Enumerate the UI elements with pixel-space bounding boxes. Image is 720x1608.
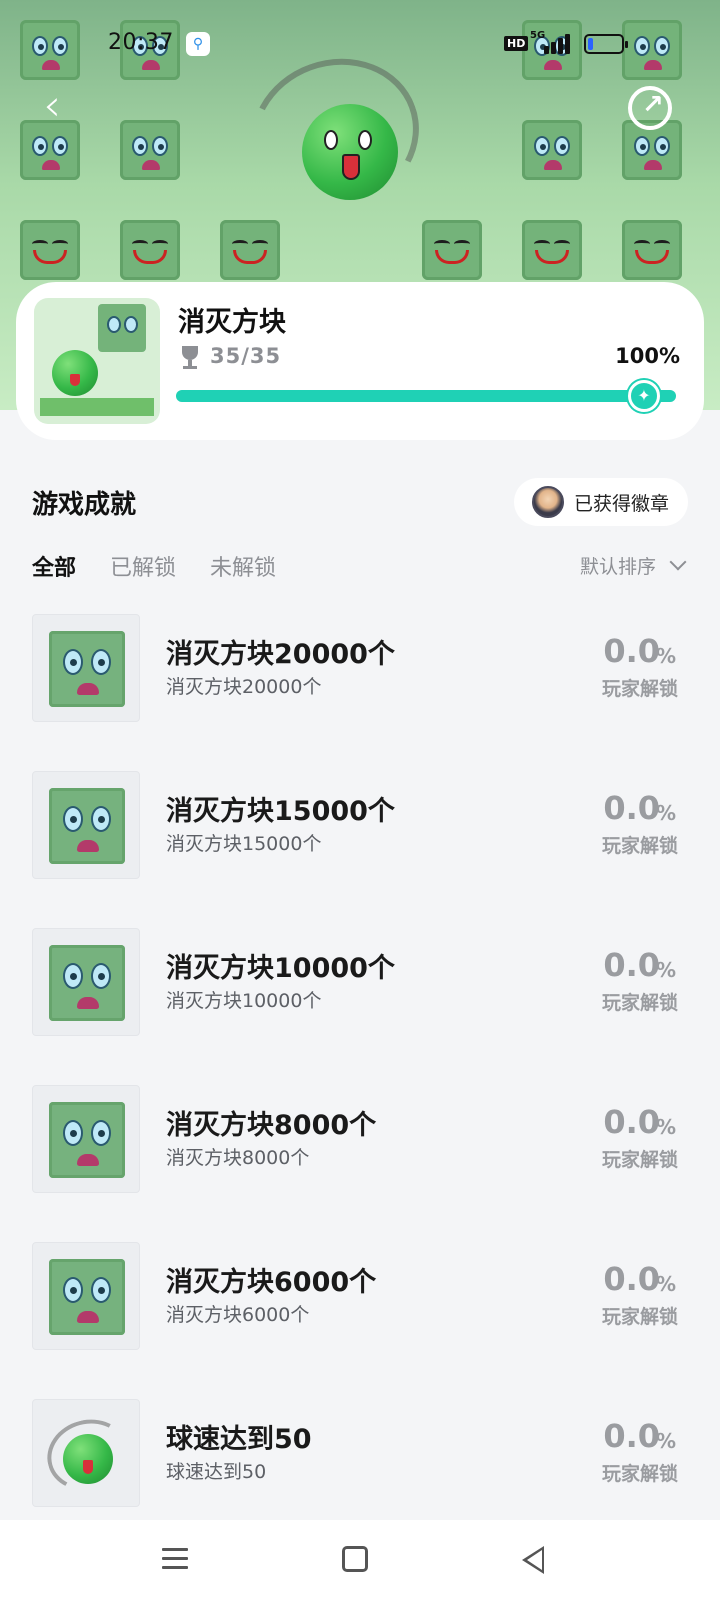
unlock-rate-unit: %	[655, 801, 676, 825]
achievement-title: 消灭方块8000个	[166, 1110, 377, 1141]
achievement-title: 消灭方块10000个	[166, 953, 395, 984]
achievement-item[interactable]: 消灭方块10000个 消灭方块10000个 0.0 % 玩家解锁	[0, 928, 720, 1038]
scared-block-icon	[49, 788, 125, 864]
game-title: 消灭方块	[178, 307, 286, 338]
tab-unlocked[interactable]: 已解锁	[110, 550, 176, 582]
system-nav-bar	[0, 1520, 720, 1608]
avatar	[532, 486, 564, 518]
unlock-rate: 0.0	[603, 1103, 660, 1141]
achievement-title: 消灭方块15000个	[166, 796, 395, 827]
scared-block-icon	[49, 945, 125, 1021]
green-ball-icon	[63, 1434, 113, 1484]
status-time: 20:37	[108, 30, 174, 55]
smiling-block-icon	[522, 220, 582, 280]
unlock-rate-label: 玩家解锁	[601, 1463, 678, 1485]
hd-indicator: HD	[504, 36, 529, 51]
unlock-rate-label: 玩家解锁	[601, 678, 678, 700]
home-square-icon[interactable]	[342, 1546, 368, 1572]
chevron-down-icon[interactable]	[669, 553, 687, 571]
unlock-rate-unit: %	[655, 1429, 676, 1453]
unlock-rate-unit: %	[655, 958, 676, 982]
progress-fill	[176, 390, 676, 402]
smiling-block-icon	[220, 220, 280, 280]
smiling-block-icon	[120, 220, 180, 280]
back-triangle-icon[interactable]	[522, 1546, 544, 1574]
scared-block-icon	[49, 1102, 125, 1178]
achievement-desc: 消灭方块15000个	[166, 833, 322, 855]
unlock-rate-label: 玩家解锁	[601, 835, 678, 857]
smiling-block-icon	[20, 220, 80, 280]
back-button[interactable]: ‹	[30, 84, 74, 128]
scared-block-icon	[49, 1259, 125, 1335]
achievement-desc: 消灭方块8000个	[166, 1147, 310, 1169]
achievement-thumb	[32, 614, 140, 722]
achievement-title: 消灭方块6000个	[166, 1267, 377, 1298]
achievement-desc: 消灭方块6000个	[166, 1304, 310, 1326]
completion-progress-bar	[176, 390, 676, 402]
unlock-rate: 0.0	[603, 1260, 660, 1298]
achievement-desc: 消灭方块20000个	[166, 676, 322, 698]
unlock-rate: 0.0	[603, 632, 660, 670]
achievement-desc: 球速达到50	[166, 1461, 267, 1483]
earned-badges-label: 已获得徽章	[574, 493, 670, 515]
achievement-thumb	[32, 771, 140, 879]
unlock-rate-label: 玩家解锁	[601, 992, 678, 1014]
game-summary-card: 消灭方块 35/35 100% ✦	[16, 282, 704, 440]
page: 20:37 ⚲ HD 5G ‹ ↗ 消灭方块 35/35 100% ✦ 游戏成就…	[0, 0, 720, 1608]
sparkle-icon: ✦	[628, 380, 660, 412]
scared-block-icon	[522, 120, 582, 180]
trophy-icon	[180, 346, 200, 370]
signal-icon: 5G	[530, 30, 574, 54]
share-button[interactable]: ↗	[628, 86, 672, 130]
sort-dropdown[interactable]: 默认排序	[580, 552, 656, 579]
search-icon: ⚲	[186, 32, 210, 56]
achievement-item[interactable]: 消灭方块8000个 消灭方块8000个 0.0 % 玩家解锁	[0, 1085, 720, 1195]
smiling-block-icon	[622, 220, 682, 280]
unlock-rate: 0.0	[603, 789, 660, 827]
battery-icon	[584, 34, 628, 54]
scared-block-icon	[120, 120, 180, 180]
unlock-rate-label: 玩家解锁	[601, 1149, 678, 1171]
achievement-item[interactable]: 消灭方块6000个 消灭方块6000个 0.0 % 玩家解锁	[0, 1242, 720, 1352]
game-icon	[34, 298, 160, 424]
unlock-rate-unit: %	[655, 1272, 676, 1296]
green-ball-icon	[302, 104, 398, 200]
unlock-rate-unit: %	[655, 644, 676, 668]
achievement-thumb	[32, 928, 140, 1036]
section-title: 游戏成就	[32, 490, 137, 520]
tab-locked[interactable]: 未解锁	[210, 550, 276, 582]
scared-block-icon	[49, 631, 125, 707]
achievement-item[interactable]: 球速达到50 球速达到50 0.0 % 玩家解锁	[0, 1399, 720, 1509]
network-type: 5G	[530, 30, 546, 41]
unlock-rate-unit: %	[655, 1115, 676, 1139]
achievement-thumb	[32, 1242, 140, 1350]
status-bar: 20:37 ⚲ HD 5G	[0, 28, 720, 62]
earned-badges-button[interactable]: 已获得徽章	[514, 478, 688, 526]
share-icon: ↗	[642, 90, 664, 120]
achievement-thumb	[32, 1085, 140, 1193]
battery-level	[588, 38, 593, 50]
tab-all[interactable]: 全部	[32, 550, 76, 582]
menu-icon[interactable]	[162, 1546, 188, 1572]
unlock-rate: 0.0	[603, 946, 660, 984]
achievement-title: 球速达到50	[166, 1424, 312, 1455]
achievement-thumb	[32, 1399, 140, 1507]
achievement-desc: 消灭方块10000个	[166, 990, 322, 1012]
achievement-item[interactable]: 消灭方块15000个 消灭方块15000个 0.0 % 玩家解锁	[0, 771, 720, 881]
smiling-block-icon	[422, 220, 482, 280]
unlock-rate-label: 玩家解锁	[601, 1306, 678, 1328]
achievement-item[interactable]: 消灭方块20000个 消灭方块20000个 0.0 % 玩家解锁	[0, 614, 720, 724]
completion-percent: 100%	[615, 344, 680, 368]
unlock-rate: 0.0	[603, 1417, 660, 1455]
achievement-title: 消灭方块20000个	[166, 639, 395, 670]
trophy-count: 35/35	[210, 344, 282, 368]
